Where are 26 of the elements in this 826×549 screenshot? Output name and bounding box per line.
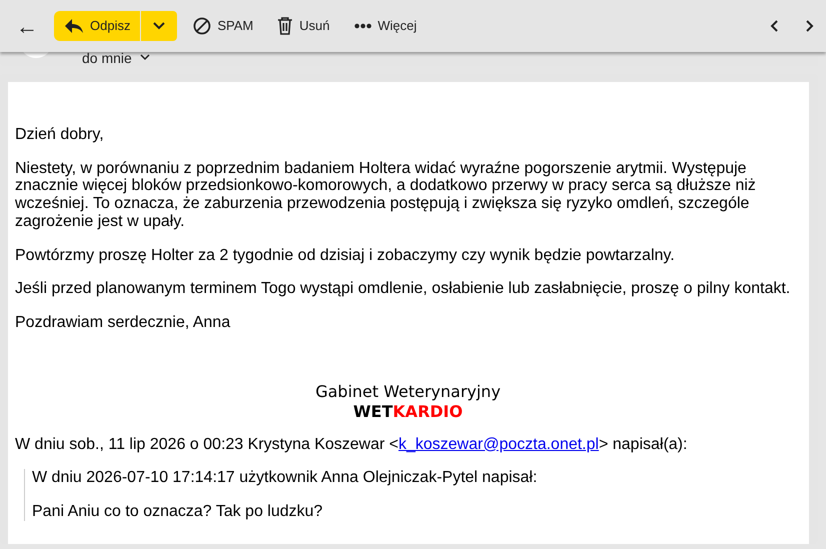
message-paragraph: Jeśli przed planowanym terminem Togo wystąpi omdlenie, osłabienie lub zasłabnięcie, proszę o pilny kontakt. <box>15 280 792 298</box>
reply-button[interactable]: Odpisz <box>54 11 140 41</box>
brand-logo: WETKARDIO <box>352 402 464 422</box>
reply-icon <box>64 18 84 34</box>
next-icon[interactable] <box>804 19 814 33</box>
previous-icon[interactable] <box>770 19 780 33</box>
message-paragraph: Niestety, w porównaniu z poprzednim badaniem Holtera widać wyraźne pogorszenie arytmii. Występuje znacznie więcej bloków przedsionkowo-komorowych, a dodatkowo przerwy w pracy serca są dłuższe niż wcześniej. To oznacza, że zaburzenia przewodzenia postępują i zwiększa się ryzyko omdleń, szczególe zagrożenie jest w upały. <box>15 160 757 231</box>
recipient-label: do mnie <box>82 50 132 66</box>
caret-icon <box>153 22 166 30</box>
block-icon <box>193 17 212 35</box>
quoted-text: W dniu 2026-07-10 17:14:17 użytkownik Anna Olejniczak-Pytel napisał: <box>32 469 538 488</box>
email-link[interactable]: k_koszewar@poczta.onet.pl <box>398 436 599 453</box>
message-paragraph: Powtórzmy proszę Holter za 2 tygodnie od dzisiaj i zobaczymy czy wynik będzie powtarzalny. <box>15 246 676 264</box>
caret-icon[interactable] <box>140 54 150 61</box>
reply-options-button[interactable] <box>141 11 178 41</box>
more-icon <box>354 23 372 29</box>
back-button[interactable]: ← <box>8 6 46 46</box>
quote-header-text: W dniu sob., 11 lip 2026 o 00:23 Krystyna Koszewar <k_koszewar@poczta.onet.pl> napisał(a): <box>15 436 688 454</box>
quoted-text: Pani Aniu co to oznacza? Tak po ludzku? <box>32 503 324 521</box>
greeting-text: Dzień dobry, <box>15 126 105 144</box>
signature-text: Gabinet Weterynaryjny <box>314 382 502 402</box>
spam-button[interactable]: SPAM <box>185 12 262 40</box>
more-button[interactable]: Więcej <box>346 12 425 40</box>
delete-button[interactable]: Usuń <box>269 12 338 40</box>
trash-icon <box>277 17 294 35</box>
message-paragraph: Pozdrawiam serdecznie, Anna <box>15 314 232 332</box>
